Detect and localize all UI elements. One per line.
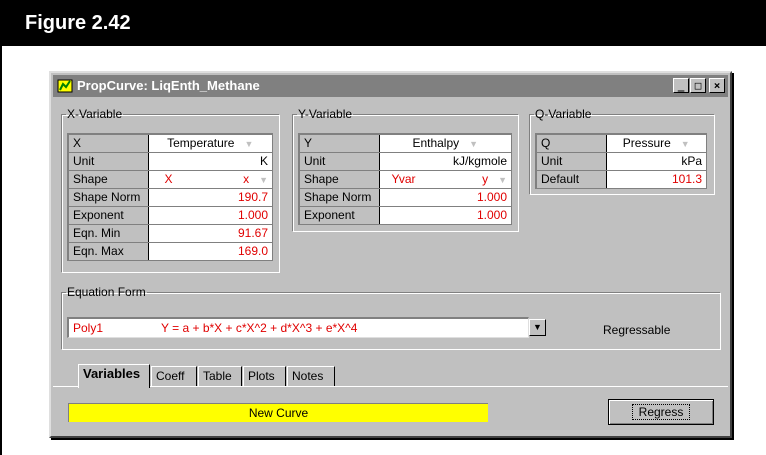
window-title: PropCurve: LiqEnth_Methane (77, 78, 260, 93)
exponent-value[interactable]: 1.000 (147, 205, 273, 225)
figure-title: Figure 2.42 (25, 12, 131, 34)
unit-value[interactable]: kJ/kgmole (378, 151, 512, 171)
equation-form-select[interactable]: Poly1 Y = a + b*X + c*X^2 + d*X^3 + e*X^… (67, 317, 529, 338)
table-row[interactable]: Default 101.3 (535, 169, 707, 189)
row-label: Exponent (67, 205, 149, 225)
row-label: Shape Norm (298, 187, 380, 207)
propcurve-app-icon (57, 79, 73, 93)
close-icon[interactable]: × (709, 78, 725, 93)
title-bar[interactable]: PropCurve: LiqEnth_Methane _ □ × (53, 75, 728, 97)
q-variable-legend: Q-Variable (535, 107, 592, 121)
table-row[interactable]: Shape Yvar y ▼ (298, 169, 512, 189)
minimize-icon[interactable]: _ (673, 78, 689, 93)
table-row[interactable]: Eqn. Min 91.67 (67, 223, 273, 243)
row-label: Unit (67, 151, 149, 171)
row-label: Shape (298, 169, 380, 189)
q-variable-group: Q-Variable Q Pressure ▼ Unit kPa Default … (529, 107, 715, 195)
chevron-down-icon[interactable]: ▼ (529, 319, 546, 336)
tab-table[interactable]: Table (198, 366, 242, 386)
y-variable-table: Y Enthalpy ▼ Unit kJ/kgmole Shape Yvar y ▼ … (298, 133, 512, 225)
maximize-icon[interactable]: □ (690, 78, 706, 93)
q-variable-select[interactable]: Pressure ▼ (605, 133, 707, 153)
row-label: Shape Norm (67, 187, 149, 207)
dropdown-arrow-icon: ▼ (244, 139, 254, 150)
x-variable-select[interactable]: Temperature ▼ (147, 133, 273, 153)
dropdown-arrow-icon: ▼ (469, 139, 479, 150)
row-label: Exponent (298, 205, 380, 225)
table-row[interactable]: Exponent 1.000 (298, 205, 512, 225)
q-variable-table: Q Pressure ▼ Unit kPa Default 101.3 (535, 133, 707, 189)
row-label: Unit (298, 151, 380, 171)
shape-norm-value[interactable]: 1.000 (378, 187, 512, 207)
eqn-min-value[interactable]: 91.67 (147, 223, 273, 243)
row-label: Shape (67, 169, 149, 189)
table-row[interactable]: Shape Xx ▼ (67, 169, 273, 189)
tab-notes[interactable]: Notes (287, 366, 335, 386)
dropdown-arrow-icon: ▼ (259, 175, 268, 185)
unit-value[interactable]: kPa (605, 151, 707, 171)
row-label: Q (535, 133, 607, 153)
figure-border (0, 46, 2, 455)
tab-strip-divider (53, 386, 728, 387)
table-row[interactable]: Unit kJ/kgmole (298, 151, 512, 171)
equation-form-legend: Equation Form (67, 285, 146, 299)
figure-header: Figure 2.42 (0, 0, 766, 46)
regressable-status: Regressable (603, 323, 671, 337)
x-variable-group: X-Variable X Temperature ▼ Unit K Shape X… (61, 107, 280, 273)
dropdown-arrow-icon: ▼ (498, 175, 507, 185)
table-row[interactable]: Unit kPa (535, 151, 707, 171)
shape-select[interactable]: Yvar y ▼ (378, 169, 512, 189)
status-bar: New Curve (68, 403, 488, 422)
default-value[interactable]: 101.3 (605, 169, 707, 189)
row-label: Default (535, 169, 607, 189)
eqn-max-value[interactable]: 169.0 (147, 241, 273, 261)
row-label: Unit (535, 151, 607, 171)
propcurve-window: PropCurve: LiqEnth_Methane _ □ × X-Varia… (49, 71, 732, 438)
row-label: Eqn. Max (67, 241, 149, 261)
table-row[interactable]: Q Pressure ▼ (535, 133, 707, 153)
y-variable-legend: Y-Variable (298, 107, 353, 121)
y-variable-select[interactable]: Enthalpy ▼ (378, 133, 512, 153)
row-label: Eqn. Min (67, 223, 149, 243)
table-row[interactable]: Unit K (67, 151, 273, 171)
tab-plots[interactable]: Plots (243, 366, 286, 386)
regress-button[interactable]: Regress (608, 399, 714, 425)
table-row[interactable]: X Temperature ▼ (67, 133, 273, 153)
table-row[interactable]: Y Enthalpy ▼ (298, 133, 512, 153)
table-row[interactable]: Exponent 1.000 (67, 205, 273, 225)
tab-variables[interactable]: Variables (78, 364, 150, 388)
shape-norm-value[interactable]: 190.7 (147, 187, 273, 207)
equation-name: Poly1 (73, 321, 104, 335)
table-row[interactable]: Eqn. Max 169.0 (67, 241, 273, 261)
tab-coeff[interactable]: Coeff (151, 366, 197, 386)
x-variable-table: X Temperature ▼ Unit K Shape Xx ▼ Shape No… (67, 133, 273, 261)
equation-formula: Y = a + b*X + c*X^2 + d*X^3 + e*X^4 (161, 321, 358, 335)
row-label: Y (298, 133, 380, 153)
table-row[interactable]: Shape Norm 190.7 (67, 187, 273, 207)
row-label: X (67, 133, 149, 153)
table-row[interactable]: Shape Norm 1.000 (298, 187, 512, 207)
unit-value[interactable]: K (147, 151, 273, 171)
y-variable-group: Y-Variable Y Enthalpy ▼ Unit kJ/kgmole Sh… (292, 107, 519, 232)
shape-select[interactable]: Xx ▼ (147, 169, 273, 189)
x-variable-legend: X-Variable (67, 107, 123, 121)
exponent-value[interactable]: 1.000 (378, 205, 512, 225)
dropdown-arrow-icon: ▼ (680, 139, 690, 150)
regress-button-label: Regress (631, 404, 691, 420)
